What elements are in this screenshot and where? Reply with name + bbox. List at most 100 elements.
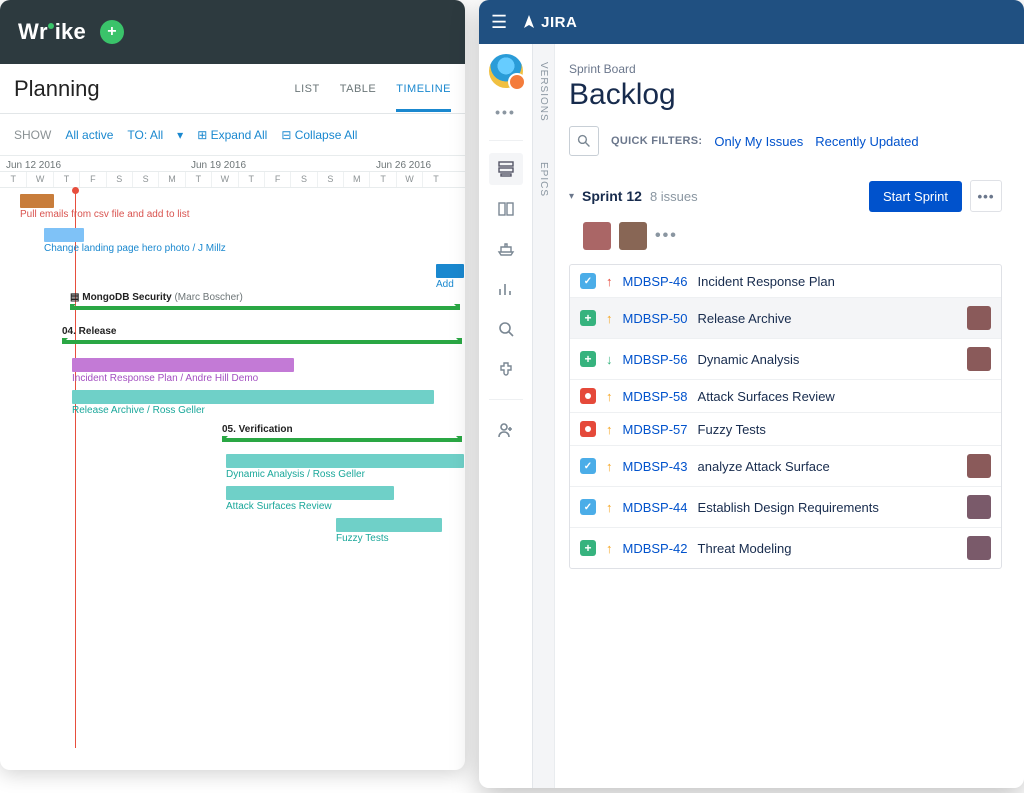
issue-type-icon: [580, 310, 596, 326]
task-add[interactable]: Add: [436, 264, 464, 290]
assignee-avatar[interactable]: [967, 306, 991, 330]
issue-row[interactable]: ↑MDBSP-44Establish Design Requirements: [570, 487, 1001, 528]
filter-to-all[interactable]: TO: All: [127, 128, 163, 142]
section-mongo[interactable]: ▤ MongoDB Security (Marc Boscher): [70, 292, 460, 310]
issue-row[interactable]: ↑MDBSP-42Threat Modeling: [570, 528, 1001, 568]
rail-add-person-icon[interactable]: [489, 414, 523, 446]
rail-addon-icon[interactable]: [489, 353, 523, 385]
day-cell: W: [211, 172, 237, 187]
issue-key[interactable]: MDBSP-58: [623, 389, 688, 404]
issue-row[interactable]: ↑MDBSP-58Attack Surfaces Review: [570, 380, 1001, 413]
issue-key[interactable]: MDBSP-44: [623, 500, 688, 515]
add-button[interactable]: +: [100, 20, 124, 44]
issue-key[interactable]: MDBSP-42: [623, 541, 688, 556]
task-fuzzy[interactable]: Fuzzy Tests: [336, 518, 442, 544]
collapse-all[interactable]: ⊟ Collapse All: [281, 128, 357, 142]
task-pull-emails[interactable]: Pull emails from csv file and add to lis…: [20, 194, 190, 220]
search-button[interactable]: [569, 126, 599, 156]
tab-epics[interactable]: EPICS: [538, 162, 549, 197]
issue-type-icon: [580, 421, 596, 437]
task-release-archive[interactable]: Release Archive / Ross Geller: [72, 390, 434, 416]
view-tabs: LIST TABLE TIMELINE: [295, 65, 452, 112]
priority-icon: ↓: [606, 352, 613, 367]
issue-key[interactable]: MDBSP-56: [623, 352, 688, 367]
assignee-avatar[interactable]: [967, 536, 991, 560]
task-landing[interactable]: Change landing page hero photo / J Millz: [44, 228, 226, 254]
priority-icon: ↑: [606, 541, 613, 556]
rail-ship-icon[interactable]: [489, 233, 523, 265]
filter-all-active[interactable]: All active: [65, 128, 113, 142]
tab-table[interactable]: TABLE: [340, 65, 377, 112]
issue-key[interactable]: MDBSP-50: [623, 311, 688, 326]
project-avatar[interactable]: [489, 54, 523, 88]
assignee-avatar[interactable]: [967, 495, 991, 519]
rail-reports-icon[interactable]: [489, 273, 523, 305]
issue-type-icon: [580, 458, 596, 474]
page-heading: Backlog: [569, 78, 1002, 112]
expand-all[interactable]: ⊞ Expand All: [197, 128, 267, 142]
assignee-avatar[interactable]: [967, 454, 991, 478]
issue-type-icon: [580, 388, 596, 404]
issue-row[interactable]: ↑MDBSP-46Incident Response Plan: [570, 265, 1001, 298]
release-arrow: [62, 340, 462, 344]
issue-summary: analyze Attack Surface: [698, 459, 830, 474]
priority-icon: ↑: [606, 500, 613, 515]
issue-key[interactable]: MDBSP-46: [623, 274, 688, 289]
tab-list[interactable]: LIST: [295, 65, 320, 112]
filter-recent[interactable]: Recently Updated: [815, 134, 918, 149]
issue-key[interactable]: MDBSP-43: [623, 459, 688, 474]
day-cell: M: [343, 172, 369, 187]
left-rail: •••: [479, 44, 533, 788]
issue-key[interactable]: MDBSP-57: [623, 422, 688, 437]
issue-type-icon: [580, 499, 596, 515]
show-label: SHOW: [14, 128, 51, 142]
day-cell: T: [422, 172, 448, 187]
sprint-more-button[interactable]: •••: [970, 180, 1002, 212]
issue-row[interactable]: ↓ MDBSP-56 Dynamic Analysis: [570, 339, 1001, 380]
issue-row[interactable]: ↑MDBSP-50Release Archive: [570, 298, 1001, 339]
avatar[interactable]: [619, 222, 647, 250]
side-tabs: VERSIONS EPICS: [533, 44, 555, 788]
issue-row[interactable]: ↑MDBSP-57Fuzzy Tests: [570, 413, 1001, 446]
task-dynamic[interactable]: Dynamic Analysis / Ross Geller: [226, 454, 464, 480]
filter-bar: SHOW All active TO: All ▾ ⊞ Expand All ⊟…: [0, 114, 465, 156]
task-incident[interactable]: Incident Response Plan / Andre Hill Demo: [72, 358, 294, 384]
section-release[interactable]: 04. Release: [62, 326, 117, 337]
day-cell: M: [158, 172, 184, 187]
wrike-logo: Wrike: [18, 19, 86, 45]
sprint-issue-count: 8 issues: [650, 189, 698, 204]
assignee-avatar[interactable]: [967, 347, 991, 371]
rail-backlog-icon[interactable]: [489, 153, 523, 185]
jira-body: ••• VERS: [479, 44, 1024, 788]
wrike-subheader: Planning LIST TABLE TIMELINE: [0, 64, 465, 114]
chevron-down-icon[interactable]: ▾: [569, 191, 574, 202]
filter-only-mine[interactable]: Only My Issues: [714, 134, 803, 149]
more-icon[interactable]: •••: [495, 104, 516, 120]
issue-summary: Dynamic Analysis: [698, 352, 800, 367]
start-sprint-button[interactable]: Start Sprint: [869, 181, 962, 212]
wrike-header: Wrike +: [0, 0, 465, 64]
section-verification[interactable]: 05. Verification: [222, 424, 293, 435]
rail-search-icon[interactable]: [489, 313, 523, 345]
sprint-name[interactable]: Sprint 12: [582, 188, 642, 204]
breadcrumb[interactable]: Sprint Board: [569, 62, 1002, 76]
more-assignees-icon[interactable]: •••: [655, 227, 678, 245]
avatar[interactable]: [583, 222, 611, 250]
jira-logo: JIRA: [521, 14, 577, 31]
menu-icon[interactable]: ☰: [491, 12, 507, 33]
day-cell: T: [53, 172, 79, 187]
quick-filters-label: QUICK FILTERS:: [611, 135, 702, 147]
task-label: Pull emails from csv file and add to lis…: [20, 209, 190, 220]
day-cell: S: [106, 172, 132, 187]
day-cell: S: [290, 172, 316, 187]
gantt-canvas[interactable]: Pull emails from csv file and add to lis…: [0, 188, 465, 748]
priority-icon: ↑: [606, 311, 613, 326]
tab-timeline[interactable]: TIMELINE: [396, 65, 451, 112]
issue-row[interactable]: ↑MDBSP-43analyze Attack Surface: [570, 446, 1001, 487]
issue-type-icon: [580, 540, 596, 556]
rail-board-icon[interactable]: [489, 193, 523, 225]
task-attack[interactable]: Attack Surfaces Review: [226, 486, 394, 512]
tab-versions[interactable]: VERSIONS: [538, 62, 549, 122]
filter-icon[interactable]: ▾: [177, 128, 183, 142]
assignee-filter: •••: [583, 222, 1002, 250]
